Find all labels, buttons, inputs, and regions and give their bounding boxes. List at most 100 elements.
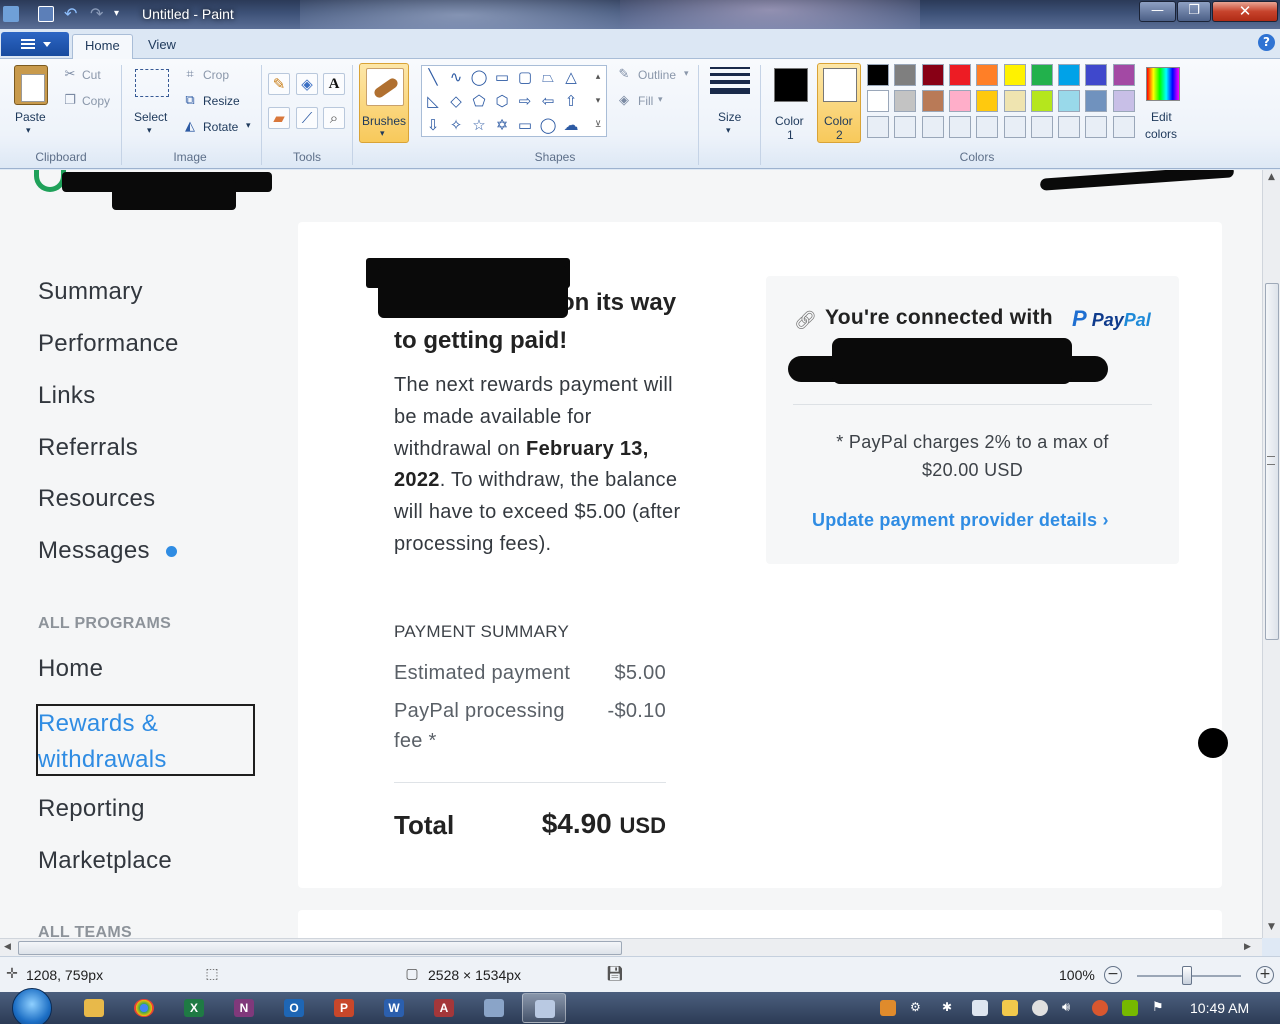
redo-icon[interactable]: ↷: [90, 6, 106, 22]
palette-color-swatch[interactable]: [1058, 90, 1081, 112]
oval-shape-icon[interactable]: ◯: [470, 68, 488, 86]
paint-app-icon[interactable]: [3, 6, 19, 22]
palette-color-swatch[interactable]: [1085, 64, 1108, 86]
sidebar-item-rewards-withdrawals[interactable]: Rewards & withdrawals: [38, 706, 248, 778]
six-point-star-shape-icon[interactable]: ✡: [493, 116, 511, 134]
rotate-button[interactable]: Rotate: [203, 120, 238, 134]
rounded-rectangle-shape-icon[interactable]: ▢: [516, 68, 534, 86]
nvidia-icon[interactable]: [1122, 1000, 1138, 1016]
oval-callout-shape-icon[interactable]: ◯: [539, 116, 557, 134]
taskbar-onenote[interactable]: N: [222, 993, 266, 1023]
select-dropdown-icon[interactable]: ▾: [147, 125, 152, 136]
palette-color-swatch[interactable]: [976, 64, 999, 86]
line-shape-icon[interactable]: ╲: [424, 68, 442, 86]
save-icon[interactable]: [38, 6, 54, 22]
taskbar-chrome[interactable]: [122, 993, 166, 1023]
crop-button[interactable]: Crop: [203, 68, 229, 82]
down-arrow-shape-icon[interactable]: ⇩: [424, 116, 442, 134]
color-1-button[interactable]: Color 1: [768, 63, 812, 143]
resize-button[interactable]: Resize: [203, 94, 240, 108]
fill-button[interactable]: Fill: [638, 94, 653, 108]
maximize-button[interactable]: ❐: [1177, 1, 1211, 22]
up-arrow-shape-icon[interactable]: ⇧: [562, 92, 580, 110]
palette-color-swatch[interactable]: [948, 64, 971, 86]
palette-color-swatch[interactable]: [894, 90, 917, 112]
sidebar-item-resources[interactable]: Resources: [38, 485, 155, 513]
palette-empty-swatch[interactable]: [1112, 116, 1135, 138]
paste-dropdown-icon[interactable]: ▾: [26, 125, 31, 136]
cut-button[interactable]: Cut: [82, 68, 101, 82]
pencil-icon[interactable]: ✎: [268, 73, 290, 95]
sidebar-item-performance[interactable]: Performance: [38, 330, 179, 358]
scroll-up-icon[interactable]: ▲: [1268, 172, 1275, 182]
horizontal-scroll-thumb[interactable]: [18, 941, 622, 955]
five-point-star-shape-icon[interactable]: ☆: [470, 116, 488, 134]
tray-app-icon[interactable]: [880, 1000, 896, 1016]
horizontal-scrollbar[interactable]: ◀ ▶: [0, 938, 1262, 956]
undo-icon[interactable]: ↶: [64, 6, 80, 22]
taskbar-excel[interactable]: X: [172, 993, 216, 1023]
outline-dropdown-icon[interactable]: ▾: [684, 68, 689, 79]
size-icon[interactable]: [710, 67, 750, 99]
taskbar-outlook[interactable]: O: [272, 993, 316, 1023]
palette-color-swatch[interactable]: [1030, 90, 1053, 112]
palette-color-swatch[interactable]: [867, 90, 889, 112]
volume-icon[interactable]: 🔊︎: [1062, 1000, 1078, 1016]
fill-bucket-icon[interactable]: ◈: [296, 73, 318, 95]
brushes-button[interactable]: Brushes ▾: [359, 63, 409, 143]
palette-color-swatch[interactable]: [948, 90, 971, 112]
curve-shape-icon[interactable]: ∿: [447, 68, 465, 86]
zoom-slider-thumb[interactable]: [1182, 966, 1192, 985]
outline-button[interactable]: Outline: [638, 68, 676, 82]
palette-color-swatch[interactable]: [921, 90, 944, 112]
taskbar-word[interactable]: W: [372, 993, 416, 1023]
polygon-shape-icon[interactable]: ⏢: [539, 68, 557, 86]
close-button[interactable]: ✕: [1212, 1, 1278, 22]
sidebar-item-summary[interactable]: Summary: [38, 278, 143, 306]
eraser-icon[interactable]: ▰: [268, 107, 290, 129]
tray-settings-icon[interactable]: ⚙: [910, 1000, 926, 1016]
rectangle-shape-icon[interactable]: ▭: [493, 68, 511, 86]
shapes-scroll-down-icon[interactable]: ▾: [589, 92, 607, 110]
palette-empty-swatch[interactable]: [1030, 116, 1053, 138]
scroll-down-icon[interactable]: ▼: [1268, 922, 1275, 932]
palette-empty-swatch[interactable]: [1085, 116, 1108, 138]
sidebar-item-marketplace[interactable]: Marketplace: [38, 847, 172, 875]
start-button[interactable]: [12, 988, 52, 1024]
taskbar-app[interactable]: [472, 993, 516, 1023]
palette-color-swatch[interactable]: [1112, 64, 1135, 86]
sidebar-item-home[interactable]: Home: [38, 655, 103, 683]
size-dropdown-icon[interactable]: ▾: [726, 125, 731, 136]
palette-empty-swatch[interactable]: [867, 116, 889, 138]
palette-color-swatch[interactable]: [1112, 90, 1135, 112]
shapes-scroll-up-icon[interactable]: ▴: [589, 68, 607, 86]
sidebar-item-messages[interactable]: Messages: [38, 537, 150, 565]
taskbar-powerpoint[interactable]: P: [322, 993, 366, 1023]
tray-app-icon[interactable]: [1092, 1000, 1108, 1016]
palette-empty-swatch[interactable]: [921, 116, 944, 138]
scroll-right-icon[interactable]: ▶: [1244, 942, 1251, 952]
vertical-scrollbar[interactable]: ▲ ▼: [1262, 170, 1280, 938]
palette-color-swatch[interactable]: [1003, 64, 1026, 86]
color-2-button[interactable]: Color 2: [817, 63, 861, 143]
tab-view[interactable]: View: [136, 34, 188, 59]
zoom-in-button[interactable]: +: [1256, 966, 1274, 984]
taskbar-access[interactable]: A: [422, 993, 466, 1023]
fill-dropdown-icon[interactable]: ▾: [658, 94, 663, 105]
four-point-star-shape-icon[interactable]: ✧: [447, 116, 465, 134]
quick-access-dropdown-icon[interactable]: ▾: [114, 6, 130, 22]
palette-empty-swatch[interactable]: [976, 116, 999, 138]
tray-app-icon[interactable]: [1032, 1000, 1048, 1016]
zoom-out-button[interactable]: −: [1104, 966, 1122, 984]
paint-canvas[interactable]: Summary Performance Links Referrals Reso…: [0, 170, 1262, 938]
update-payment-provider-link[interactable]: Update payment provider details ›: [812, 510, 1132, 531]
taskbar-clock[interactable]: 10:49 AM: [1190, 1000, 1249, 1016]
tab-home[interactable]: Home: [72, 34, 133, 59]
diamond-shape-icon[interactable]: ◇: [447, 92, 465, 110]
help-icon[interactable]: ?: [1258, 34, 1275, 51]
palette-color-swatch[interactable]: [867, 64, 889, 86]
scroll-left-icon[interactable]: ◀: [4, 942, 11, 952]
copy-button[interactable]: Copy: [82, 94, 110, 108]
left-arrow-shape-icon[interactable]: ⇦: [539, 92, 557, 110]
size-button[interactable]: Size: [718, 110, 741, 124]
